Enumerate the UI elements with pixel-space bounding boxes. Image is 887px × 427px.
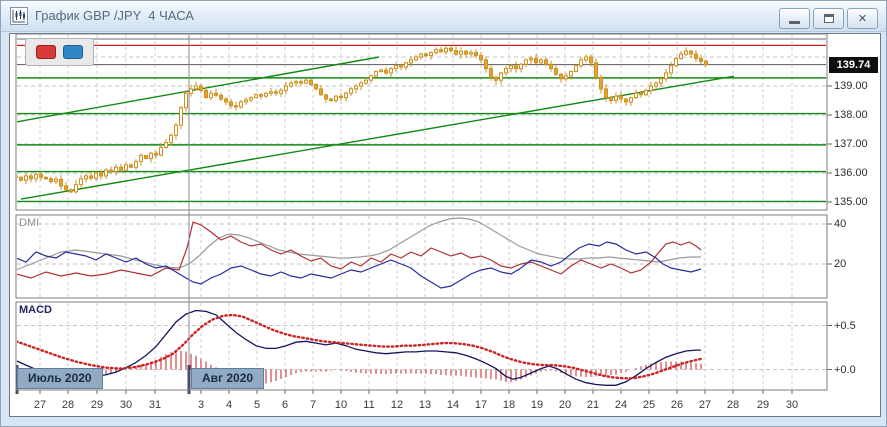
trendline xyxy=(16,57,379,122)
x-axis-label: 27 xyxy=(699,399,711,411)
month-label: Авг 2020 xyxy=(191,368,264,389)
dmi-lines xyxy=(16,218,701,288)
x-axis-label: 11 xyxy=(363,399,374,411)
x-axis-label: 31 xyxy=(149,399,161,411)
x-axis-label: 30 xyxy=(120,399,132,411)
price-axis-label: 139.00 xyxy=(834,80,868,92)
grid-lines xyxy=(17,35,826,389)
dmi-panel-label: DMI xyxy=(19,217,39,229)
macd-series xyxy=(16,311,701,386)
trendline xyxy=(21,76,734,199)
panel-border xyxy=(16,215,827,298)
dmi-adx-line xyxy=(16,218,701,270)
dmi-axis-label: 40 xyxy=(834,218,846,230)
x-axis-label: 20 xyxy=(559,399,571,411)
x-axis-label: 6 xyxy=(282,399,288,411)
current-price-badge: 139.74 xyxy=(829,57,878,73)
macd-signal-line xyxy=(16,315,701,378)
x-axis-label: 5 xyxy=(254,399,260,411)
dmi-axis-label: 20 xyxy=(834,258,846,270)
macd-axis-label: +0.0 xyxy=(834,364,856,376)
x-axis-label: 12 xyxy=(391,399,403,411)
x-axis-label: 13 xyxy=(419,399,431,411)
macd-panel-label: MACD xyxy=(19,304,52,316)
macd-axis-label: +0.5 xyxy=(834,320,856,332)
x-axis-label: 28 xyxy=(62,399,74,411)
price-axis-label: 135.00 xyxy=(834,196,868,208)
toolbar-blue-button[interactable] xyxy=(63,45,83,59)
x-axis-label: 21 xyxy=(587,399,599,411)
chart-toolbar xyxy=(25,38,94,66)
x-axis-label: 10 xyxy=(335,399,347,411)
x-axis-label: 17 xyxy=(475,399,487,411)
chart-window: График GBP /JPY 4 ЧАСА ✕ DMI MACD 139.74… xyxy=(0,0,887,427)
x-axis-label: 24 xyxy=(615,399,627,411)
x-axis-label: 3 xyxy=(198,399,204,411)
toolbar-red-button[interactable] xyxy=(36,45,56,59)
x-axis-label: 4 xyxy=(226,399,232,411)
x-axis-label: 29 xyxy=(91,399,103,411)
x-axis-label: 30 xyxy=(786,399,798,411)
x-axis-label: 14 xyxy=(447,399,459,411)
month-label: Июль 2020 xyxy=(17,368,103,389)
x-axis-label: 25 xyxy=(643,399,655,411)
x-axis-label: 18 xyxy=(503,399,515,411)
x-axis-label: 26 xyxy=(671,399,683,411)
chart-plot-area[interactable] xyxy=(1,1,887,427)
x-axis-label: 19 xyxy=(531,399,543,411)
price-axis-label: 137.00 xyxy=(834,138,868,150)
axis-ticks xyxy=(40,86,832,394)
x-axis-label: 28 xyxy=(727,399,739,411)
x-axis-label: 27 xyxy=(34,399,46,411)
price-axis-label: 136.00 xyxy=(834,167,868,179)
x-axis-label: 7 xyxy=(310,399,316,411)
dmi-plus-di-line xyxy=(16,222,701,278)
x-axis-label: 29 xyxy=(757,399,769,411)
price-axis-label: 138.00 xyxy=(834,109,868,121)
